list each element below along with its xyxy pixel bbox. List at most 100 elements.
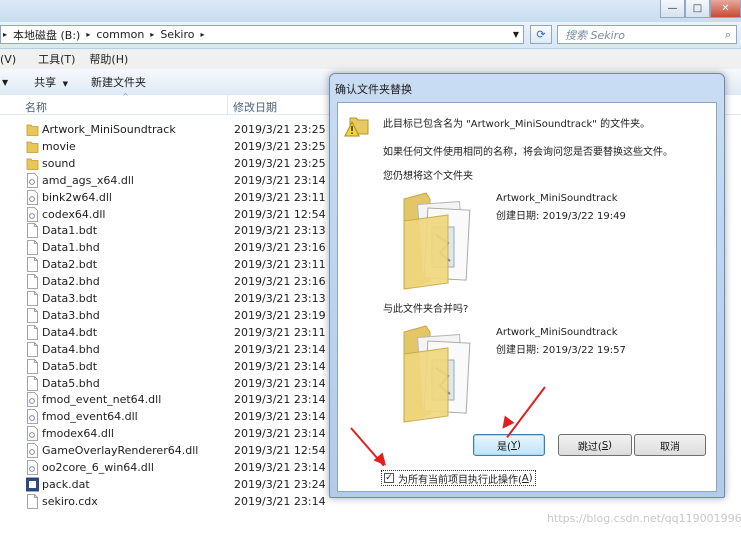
file-name: Data3.bhd <box>42 308 100 322</box>
file-icon <box>27 375 38 391</box>
menu-item-view[interactable]: (V) <box>0 53 16 66</box>
source-folder-name: Artwork_MiniSoundtrack <box>496 193 618 204</box>
file-icon <box>27 341 38 357</box>
file-date: 2019/3/21 23:14 <box>234 427 326 441</box>
chevron-right-icon: ▸ <box>200 30 205 39</box>
folder-icon <box>26 158 39 170</box>
menu-item-tools[interactable]: 工具(T) <box>38 51 75 67</box>
file-name: pack.dat <box>42 477 90 491</box>
dll-file-icon <box>27 409 38 425</box>
maximize-button[interactable]: □ <box>685 0 710 18</box>
cancel-button[interactable]: 取消 <box>634 434 706 456</box>
folder-icon <box>26 141 39 153</box>
file-name: Data5.bhd <box>42 376 100 390</box>
yes-button[interactable]: 是(Y) <box>473 434 545 456</box>
target-folder-icon[interactable] <box>400 324 476 424</box>
breadcrumb-segment[interactable]: common <box>96 28 144 41</box>
menu-item-help[interactable]: 帮助(H) <box>89 51 128 67</box>
target-folder-date: 创建日期: 2019/3/22 19:57 <box>496 345 626 356</box>
file-name: fmodex64.dll <box>42 427 114 441</box>
search-placeholder: 搜索 Sekiro <box>565 28 625 42</box>
dll-file-icon <box>27 443 38 458</box>
search-input[interactable]: 搜索 Sekiro ⌕ <box>557 25 737 44</box>
share-button[interactable]: 共享 ▼ <box>34 74 68 90</box>
dialog-body: 此目标已包含名为 "Artwork_MiniSoundtrack" 的文件夹。 … <box>337 102 717 492</box>
watermark-text: https://blog.csdn.net/qq119001996 <box>547 512 741 525</box>
file-name: Data1.bhd <box>42 241 100 255</box>
file-icon <box>27 324 38 340</box>
cancel-label: 取消 <box>660 441 680 453</box>
file-icon <box>27 307 38 323</box>
file-name: Data1.bdt <box>42 224 98 238</box>
file-name: Data4.bdt <box>42 325 98 339</box>
file-icon <box>27 274 38 289</box>
file-date: 2019/3/21 23:14 <box>234 494 326 508</box>
file-date: 2019/3/21 23:14 <box>234 410 326 424</box>
file-name: codex64.dll <box>42 207 106 221</box>
file-icon <box>27 493 38 509</box>
dialog-message: 此目标已包含名为 "Artwork_MiniSoundtrack" 的文件夹。 <box>383 119 651 130</box>
yes-label: 是( <box>497 441 511 453</box>
folder-warning-icon <box>344 117 369 137</box>
breadcrumb-segment[interactable]: 本地磁盘 (B:) <box>13 27 80 43</box>
file-name: Data5.bdt <box>42 359 98 373</box>
file-date: 2019/3/21 23:14 <box>234 359 326 373</box>
file-icon <box>27 291 38 306</box>
apply-to-all-checkbox[interactable]: ✓ 为所有当前项目执行此操作(A) <box>381 470 536 486</box>
minimize-button[interactable]: — <box>660 0 685 18</box>
new-folder-button[interactable]: 新建文件夹 <box>91 74 146 90</box>
sort-arrow-icon: ^ <box>122 92 129 101</box>
file-date: 2019/3/21 23:14 <box>234 461 326 474</box>
refresh-button[interactable]: ⟳ <box>530 25 552 44</box>
target-folder-name: Artwork_MiniSoundtrack <box>496 327 618 338</box>
address-input[interactable]: ▸ 本地磁盘 (B:) ▸ common ▸ Sekiro ▸ ▼ <box>0 25 524 44</box>
file-name: bink2w64.dll <box>42 190 112 204</box>
apply-to-all-label: 为所有当前项目执行此操作( <box>398 474 522 486</box>
file-icon <box>27 240 38 256</box>
file-name: movie <box>42 139 76 153</box>
file-name: sekiro.cdx <box>42 494 98 508</box>
file-date: 2019/3/21 23:11 <box>234 190 326 204</box>
merge-question-text: 与此文件夹合并吗? <box>383 304 469 315</box>
file-date: 2019/3/21 12:54 <box>234 444 326 458</box>
apply-to-all-accelerator: A <box>521 472 529 484</box>
file-icon <box>27 358 38 374</box>
dialog-title: 确认文件夹替换 <box>335 83 412 96</box>
apply-to-all-paren: ) <box>528 472 533 484</box>
file-name: amd_ags_x64.dll <box>42 173 134 187</box>
share-label: 共享 <box>34 76 57 89</box>
source-folder-date: 创建日期: 2019/3/22 19:49 <box>496 211 626 222</box>
dropdown-arrow-icon[interactable]: ▼ <box>513 30 519 39</box>
still-replace-text: 您仍想将这个文件夹 <box>383 171 473 182</box>
file-name: Data3.bdt <box>42 292 98 305</box>
file-icon <box>27 257 38 273</box>
column-header-date[interactable]: 修改日期 <box>233 99 277 115</box>
column-divider[interactable] <box>227 95 228 114</box>
maximize-icon: □ <box>692 3 703 14</box>
confirm-folder-replace-dialog: 确认文件夹替换 此目标已包含名为 "Artwork_MiniSoundtrack… <box>329 73 725 498</box>
dll-file-icon <box>27 392 38 408</box>
chevron-down-icon[interactable]: ▼ <box>2 78 8 87</box>
close-window-button[interactable]: ✕ <box>710 0 741 18</box>
checkbox-box[interactable]: ✓ <box>384 473 394 483</box>
breadcrumb-segment[interactable]: Sekiro <box>160 28 194 41</box>
dll-file-icon <box>27 189 38 205</box>
source-folder-icon[interactable] <box>400 191 476 291</box>
file-date: 2019/3/21 23:14 <box>234 173 326 187</box>
file-date: 2019/3/21 23:16 <box>234 275 326 289</box>
file-date: 2019/3/21 23:14 <box>234 376 326 390</box>
file-icon <box>27 223 38 239</box>
folder-icon <box>26 124 39 136</box>
chevron-down-icon: ▼ <box>62 80 69 88</box>
column-header-name[interactable]: 名称 <box>25 99 47 115</box>
pack-file-icon <box>26 477 39 492</box>
file-name: Artwork_MiniSoundtrack <box>42 123 176 136</box>
file-date: 2019/3/21 23:19 <box>234 308 326 322</box>
file-date: 2019/3/21 23:16 <box>234 241 326 255</box>
refresh-icon: ⟳ <box>536 28 546 41</box>
file-date: 2019/3/21 23:13 <box>234 224 326 238</box>
skip-button[interactable]: 跳过(S) <box>558 434 632 456</box>
file-date: 2019/3/21 23:24 <box>234 477 326 491</box>
chevron-right-icon: ▸ <box>150 30 155 39</box>
file-date: 2019/3/21 12:54 <box>234 207 326 221</box>
